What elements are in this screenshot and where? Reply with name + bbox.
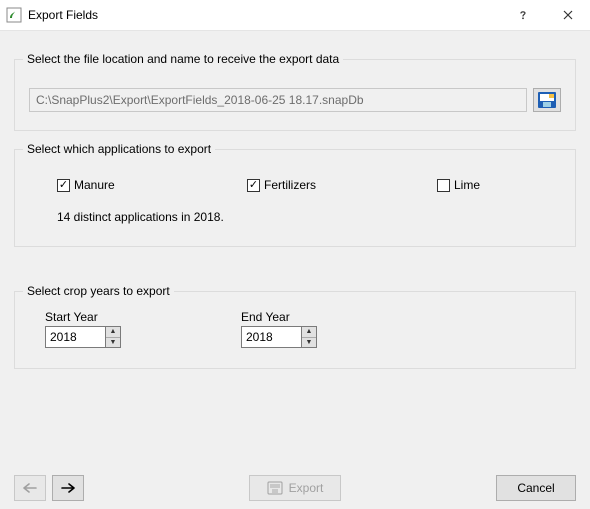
back-button bbox=[14, 475, 46, 501]
end-year-label: End Year bbox=[241, 310, 317, 324]
applications-legend: Select which applications to export bbox=[23, 142, 215, 156]
checkbox-label: Lime bbox=[454, 178, 480, 192]
app-icon bbox=[6, 7, 22, 23]
end-year-spinner[interactable]: ▲ ▼ bbox=[241, 326, 317, 348]
checkbox-icon bbox=[247, 179, 260, 192]
close-icon bbox=[563, 10, 573, 20]
window-title: Export Fields bbox=[28, 8, 98, 22]
cancel-button-label: Cancel bbox=[517, 481, 554, 495]
checkbox-lime[interactable]: Lime bbox=[437, 178, 557, 192]
file-location-group: Select the file location and name to rec… bbox=[14, 59, 576, 131]
export-fields-dialog: Export Fields Select the file location a… bbox=[0, 0, 590, 509]
start-year-spinner[interactable]: ▲ ▼ bbox=[45, 326, 121, 348]
file-location-legend: Select the file location and name to rec… bbox=[23, 52, 343, 66]
checkbox-label: Manure bbox=[74, 178, 115, 192]
titlebar: Export Fields bbox=[0, 0, 590, 31]
forward-button[interactable] bbox=[52, 475, 84, 501]
start-year-label: Start Year bbox=[45, 310, 121, 324]
export-path-field bbox=[29, 88, 527, 112]
applications-group: Select which applications to export Manu… bbox=[14, 149, 576, 247]
button-bar: Export Cancel bbox=[8, 469, 582, 501]
start-year-input[interactable] bbox=[45, 326, 105, 348]
export-button-label: Export bbox=[289, 481, 324, 495]
start-year-down[interactable]: ▼ bbox=[106, 338, 120, 348]
applications-status: 14 distinct applications in 2018. bbox=[29, 192, 561, 224]
browse-button[interactable] bbox=[533, 88, 561, 112]
cancel-button[interactable]: Cancel bbox=[496, 475, 576, 501]
dialog-body: Select the file location and name to rec… bbox=[0, 31, 590, 509]
crop-years-legend: Select crop years to export bbox=[23, 284, 174, 298]
close-button[interactable] bbox=[545, 0, 590, 30]
end-year-down[interactable]: ▼ bbox=[302, 338, 316, 348]
checkbox-label: Fertilizers bbox=[264, 178, 316, 192]
start-year-up[interactable]: ▲ bbox=[106, 327, 120, 338]
crop-years-group: Select crop years to export Start Year ▲… bbox=[14, 291, 576, 369]
checkbox-fertilizers[interactable]: Fertilizers bbox=[247, 178, 367, 192]
checkbox-icon bbox=[437, 179, 450, 192]
save-file-icon bbox=[537, 91, 557, 109]
checkbox-icon bbox=[57, 179, 70, 192]
arrow-right-icon bbox=[61, 483, 75, 493]
arrow-left-icon bbox=[23, 483, 37, 493]
help-button[interactable] bbox=[500, 0, 545, 30]
end-year-up[interactable]: ▲ bbox=[302, 327, 316, 338]
checkbox-manure[interactable]: Manure bbox=[57, 178, 177, 192]
export-icon bbox=[267, 481, 283, 495]
end-year-input[interactable] bbox=[241, 326, 301, 348]
export-button: Export bbox=[249, 475, 341, 501]
help-icon bbox=[518, 10, 528, 20]
